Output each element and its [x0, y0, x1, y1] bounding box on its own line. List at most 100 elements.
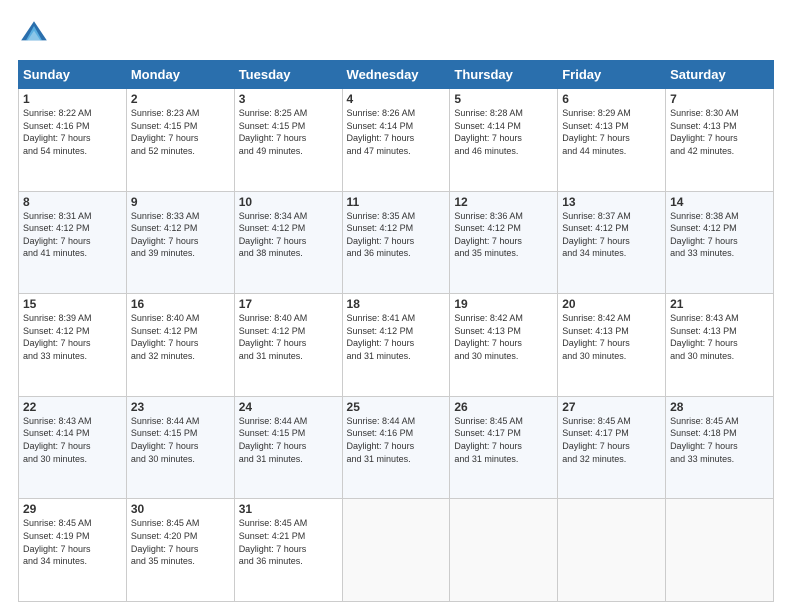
col-sunday: Sunday: [19, 61, 127, 89]
table-row: 19 Sunrise: 8:42 AMSunset: 4:13 PMDaylig…: [450, 294, 558, 397]
calendar-table: Sunday Monday Tuesday Wednesday Thursday…: [18, 60, 774, 602]
table-row: 10 Sunrise: 8:34 AMSunset: 4:12 PMDaylig…: [234, 191, 342, 294]
day-info: Sunrise: 8:38 AMSunset: 4:12 PMDaylight:…: [670, 211, 739, 259]
day-number: 30: [131, 502, 230, 516]
col-tuesday: Tuesday: [234, 61, 342, 89]
calendar-week-row: 22 Sunrise: 8:43 AMSunset: 4:14 PMDaylig…: [19, 396, 774, 499]
day-number: 20: [562, 297, 661, 311]
table-row: 30 Sunrise: 8:45 AMSunset: 4:20 PMDaylig…: [126, 499, 234, 602]
table-row: 21 Sunrise: 8:43 AMSunset: 4:13 PMDaylig…: [666, 294, 774, 397]
header: [18, 18, 774, 50]
table-row: 15 Sunrise: 8:39 AMSunset: 4:12 PMDaylig…: [19, 294, 127, 397]
table-row: [342, 499, 450, 602]
col-thursday: Thursday: [450, 61, 558, 89]
day-info: Sunrise: 8:40 AMSunset: 4:12 PMDaylight:…: [131, 313, 200, 361]
calendar-week-row: 15 Sunrise: 8:39 AMSunset: 4:12 PMDaylig…: [19, 294, 774, 397]
col-monday: Monday: [126, 61, 234, 89]
calendar-week-row: 29 Sunrise: 8:45 AMSunset: 4:19 PMDaylig…: [19, 499, 774, 602]
day-number: 31: [239, 502, 338, 516]
day-number: 12: [454, 195, 553, 209]
day-info: Sunrise: 8:29 AMSunset: 4:13 PMDaylight:…: [562, 108, 631, 156]
day-number: 1: [23, 92, 122, 106]
day-info: Sunrise: 8:45 AMSunset: 4:17 PMDaylight:…: [454, 416, 523, 464]
table-row: 17 Sunrise: 8:40 AMSunset: 4:12 PMDaylig…: [234, 294, 342, 397]
table-row: 12 Sunrise: 8:36 AMSunset: 4:12 PMDaylig…: [450, 191, 558, 294]
day-info: Sunrise: 8:44 AMSunset: 4:16 PMDaylight:…: [347, 416, 416, 464]
table-row: 20 Sunrise: 8:42 AMSunset: 4:13 PMDaylig…: [558, 294, 666, 397]
day-info: Sunrise: 8:35 AMSunset: 4:12 PMDaylight:…: [347, 211, 416, 259]
day-info: Sunrise: 8:26 AMSunset: 4:14 PMDaylight:…: [347, 108, 416, 156]
day-info: Sunrise: 8:43 AMSunset: 4:13 PMDaylight:…: [670, 313, 739, 361]
table-row: 7 Sunrise: 8:30 AMSunset: 4:13 PMDayligh…: [666, 89, 774, 192]
logo: [18, 18, 56, 50]
table-row: 11 Sunrise: 8:35 AMSunset: 4:12 PMDaylig…: [342, 191, 450, 294]
day-info: Sunrise: 8:30 AMSunset: 4:13 PMDaylight:…: [670, 108, 739, 156]
day-number: 21: [670, 297, 769, 311]
table-row: 9 Sunrise: 8:33 AMSunset: 4:12 PMDayligh…: [126, 191, 234, 294]
day-info: Sunrise: 8:25 AMSunset: 4:15 PMDaylight:…: [239, 108, 308, 156]
day-info: Sunrise: 8:44 AMSunset: 4:15 PMDaylight:…: [131, 416, 200, 464]
page: Sunday Monday Tuesday Wednesday Thursday…: [0, 0, 792, 612]
table-row: 18 Sunrise: 8:41 AMSunset: 4:12 PMDaylig…: [342, 294, 450, 397]
table-row: 28 Sunrise: 8:45 AMSunset: 4:18 PMDaylig…: [666, 396, 774, 499]
day-number: 18: [347, 297, 446, 311]
table-row: 13 Sunrise: 8:37 AMSunset: 4:12 PMDaylig…: [558, 191, 666, 294]
day-info: Sunrise: 8:45 AMSunset: 4:20 PMDaylight:…: [131, 518, 200, 566]
day-number: 7: [670, 92, 769, 106]
day-number: 6: [562, 92, 661, 106]
day-info: Sunrise: 8:34 AMSunset: 4:12 PMDaylight:…: [239, 211, 308, 259]
table-row: 29 Sunrise: 8:45 AMSunset: 4:19 PMDaylig…: [19, 499, 127, 602]
day-number: 23: [131, 400, 230, 414]
day-info: Sunrise: 8:22 AMSunset: 4:16 PMDaylight:…: [23, 108, 92, 156]
day-number: 5: [454, 92, 553, 106]
table-row: 14 Sunrise: 8:38 AMSunset: 4:12 PMDaylig…: [666, 191, 774, 294]
day-number: 4: [347, 92, 446, 106]
day-number: 8: [23, 195, 122, 209]
logo-icon: [18, 18, 50, 50]
day-number: 13: [562, 195, 661, 209]
day-number: 9: [131, 195, 230, 209]
day-info: Sunrise: 8:41 AMSunset: 4:12 PMDaylight:…: [347, 313, 416, 361]
calendar-week-row: 8 Sunrise: 8:31 AMSunset: 4:12 PMDayligh…: [19, 191, 774, 294]
day-info: Sunrise: 8:36 AMSunset: 4:12 PMDaylight:…: [454, 211, 523, 259]
day-info: Sunrise: 8:43 AMSunset: 4:14 PMDaylight:…: [23, 416, 92, 464]
table-row: 6 Sunrise: 8:29 AMSunset: 4:13 PMDayligh…: [558, 89, 666, 192]
table-row: 25 Sunrise: 8:44 AMSunset: 4:16 PMDaylig…: [342, 396, 450, 499]
day-info: Sunrise: 8:40 AMSunset: 4:12 PMDaylight:…: [239, 313, 308, 361]
col-wednesday: Wednesday: [342, 61, 450, 89]
table-row: 24 Sunrise: 8:44 AMSunset: 4:15 PMDaylig…: [234, 396, 342, 499]
day-number: 10: [239, 195, 338, 209]
day-info: Sunrise: 8:31 AMSunset: 4:12 PMDaylight:…: [23, 211, 92, 259]
calendar-header-row: Sunday Monday Tuesday Wednesday Thursday…: [19, 61, 774, 89]
table-row: 27 Sunrise: 8:45 AMSunset: 4:17 PMDaylig…: [558, 396, 666, 499]
table-row: 3 Sunrise: 8:25 AMSunset: 4:15 PMDayligh…: [234, 89, 342, 192]
day-number: 24: [239, 400, 338, 414]
day-info: Sunrise: 8:37 AMSunset: 4:12 PMDaylight:…: [562, 211, 631, 259]
day-number: 14: [670, 195, 769, 209]
table-row: [666, 499, 774, 602]
day-info: Sunrise: 8:39 AMSunset: 4:12 PMDaylight:…: [23, 313, 92, 361]
day-info: Sunrise: 8:45 AMSunset: 4:17 PMDaylight:…: [562, 416, 631, 464]
day-number: 19: [454, 297, 553, 311]
day-info: Sunrise: 8:33 AMSunset: 4:12 PMDaylight:…: [131, 211, 200, 259]
day-number: 29: [23, 502, 122, 516]
day-info: Sunrise: 8:44 AMSunset: 4:15 PMDaylight:…: [239, 416, 308, 464]
day-number: 17: [239, 297, 338, 311]
day-number: 25: [347, 400, 446, 414]
day-info: Sunrise: 8:45 AMSunset: 4:18 PMDaylight:…: [670, 416, 739, 464]
day-info: Sunrise: 8:42 AMSunset: 4:13 PMDaylight:…: [454, 313, 523, 361]
table-row: 23 Sunrise: 8:44 AMSunset: 4:15 PMDaylig…: [126, 396, 234, 499]
day-number: 28: [670, 400, 769, 414]
day-info: Sunrise: 8:28 AMSunset: 4:14 PMDaylight:…: [454, 108, 523, 156]
table-row: 16 Sunrise: 8:40 AMSunset: 4:12 PMDaylig…: [126, 294, 234, 397]
table-row: [450, 499, 558, 602]
day-info: Sunrise: 8:42 AMSunset: 4:13 PMDaylight:…: [562, 313, 631, 361]
day-number: 2: [131, 92, 230, 106]
table-row: 8 Sunrise: 8:31 AMSunset: 4:12 PMDayligh…: [19, 191, 127, 294]
day-info: Sunrise: 8:45 AMSunset: 4:21 PMDaylight:…: [239, 518, 308, 566]
day-number: 22: [23, 400, 122, 414]
table-row: 26 Sunrise: 8:45 AMSunset: 4:17 PMDaylig…: [450, 396, 558, 499]
day-number: 11: [347, 195, 446, 209]
day-number: 3: [239, 92, 338, 106]
calendar-week-row: 1 Sunrise: 8:22 AMSunset: 4:16 PMDayligh…: [19, 89, 774, 192]
